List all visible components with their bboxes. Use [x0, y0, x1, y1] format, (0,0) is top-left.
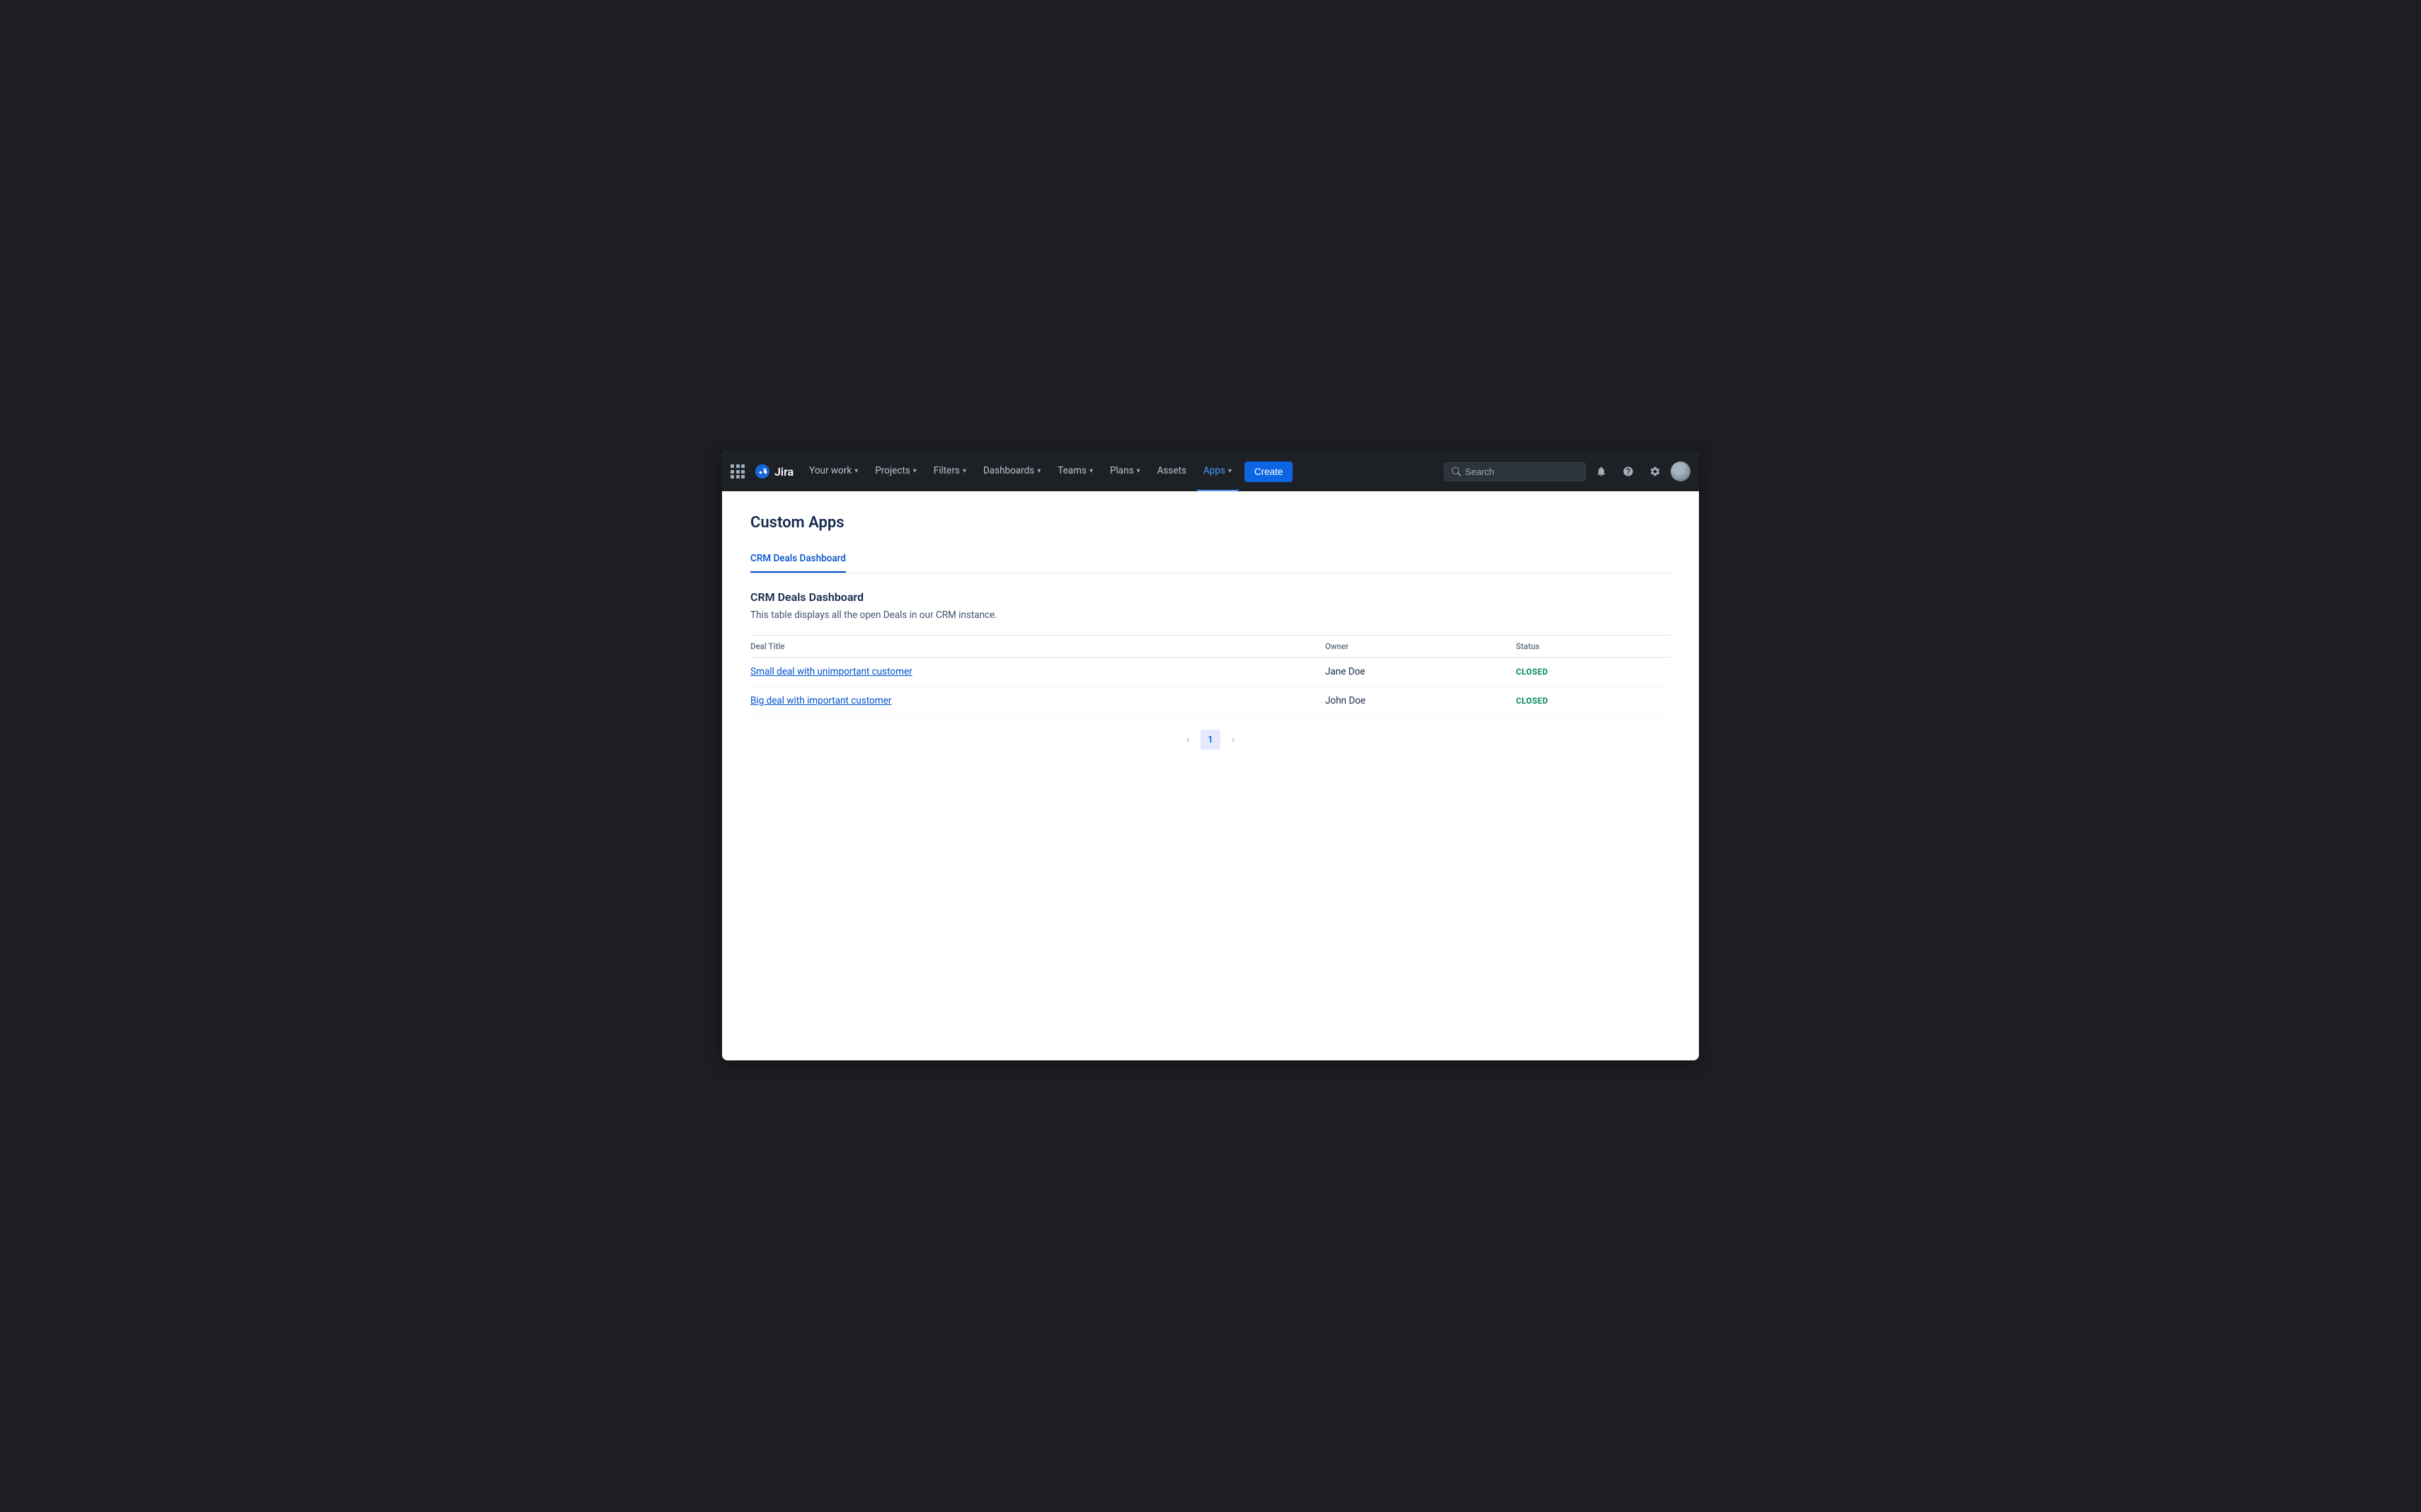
chevron-down-icon: ▾ [854, 467, 858, 475]
avatar[interactable] [1671, 462, 1690, 481]
tabs-container: CRM Deals Dashboard [750, 546, 1671, 573]
chevron-down-icon: ▾ [963, 467, 966, 475]
page-title: Custom Apps [750, 514, 1671, 532]
next-page-button[interactable]: › [1223, 730, 1243, 750]
nav-assets[interactable]: Assets [1150, 452, 1194, 491]
chevron-down-icon: ▾ [913, 467, 917, 475]
grid-menu-icon[interactable] [731, 464, 745, 479]
app-window: Jira Your work ▾ Projects ▾ Filters ▾ Da… [722, 452, 1699, 1060]
tab-crm-deals[interactable]: CRM Deals Dashboard [750, 546, 846, 573]
notifications-button[interactable] [1590, 460, 1613, 483]
create-button[interactable]: Create [1244, 462, 1293, 482]
table-header-row: Deal Title Owner Status [750, 636, 1671, 658]
chevron-down-icon: ▾ [1089, 467, 1093, 475]
owner-cell: Jane Doe [1317, 658, 1508, 687]
deal-title-link[interactable]: Big deal with important customer [750, 695, 891, 706]
status-badge: CLOSED [1516, 696, 1548, 706]
jira-logo-text: Jira [774, 465, 794, 479]
chevron-down-icon: ▾ [1037, 467, 1041, 475]
deals-table: Deal Title Owner Status Small deal with … [750, 635, 1671, 716]
dashboard-content: CRM Deals Dashboard This table displays … [750, 590, 1671, 750]
nav-filters[interactable]: Filters ▾ [927, 452, 973, 491]
nav-dashboards[interactable]: Dashboards ▾ [976, 452, 1048, 491]
page-number-1[interactable]: 1 [1201, 730, 1220, 750]
col-header-deal-title: Deal Title [750, 636, 1317, 658]
chevron-down-icon: ▾ [1137, 467, 1140, 475]
navbar-right [1444, 460, 1690, 483]
nav-projects[interactable]: Projects ▾ [868, 452, 924, 491]
dashboard-description: This table displays all the open Deals i… [750, 609, 1671, 621]
deal-title-cell: Big deal with important customer [750, 687, 1317, 716]
col-header-status: Status [1508, 636, 1671, 658]
status-cell: CLOSED [1508, 687, 1671, 716]
nav-your-work[interactable]: Your work ▾ [802, 452, 865, 491]
table-row: Big deal with important customer John Doe… [750, 687, 1671, 716]
status-cell: CLOSED [1508, 658, 1671, 687]
search-input[interactable] [1465, 466, 1578, 477]
help-button[interactable] [1617, 460, 1639, 483]
search-box[interactable] [1444, 462, 1586, 481]
prev-page-button[interactable]: ‹ [1178, 730, 1198, 750]
navbar: Jira Your work ▾ Projects ▾ Filters ▾ Da… [722, 452, 1699, 491]
nav-apps[interactable]: Apps ▾ [1196, 452, 1239, 491]
dashboard-title: CRM Deals Dashboard [750, 590, 1671, 604]
search-icon [1452, 466, 1461, 476]
chevron-down-icon: ▾ [1228, 467, 1232, 475]
main-content: Custom Apps CRM Deals Dashboard CRM Deal… [722, 491, 1699, 1060]
pagination: ‹ 1 › [750, 730, 1671, 750]
status-badge: CLOSED [1516, 667, 1548, 677]
nav-teams[interactable]: Teams ▾ [1051, 452, 1100, 491]
col-header-owner: Owner [1317, 636, 1508, 658]
table-row: Small deal with unimportant customer Jane… [750, 658, 1671, 687]
deal-title-cell: Small deal with unimportant customer [750, 658, 1317, 687]
settings-button[interactable] [1644, 460, 1666, 483]
jira-logo[interactable]: Jira [755, 464, 794, 479]
nav-plans[interactable]: Plans ▾ [1103, 452, 1147, 491]
owner-cell: John Doe [1317, 687, 1508, 716]
deal-title-link[interactable]: Small deal with unimportant customer [750, 666, 912, 677]
